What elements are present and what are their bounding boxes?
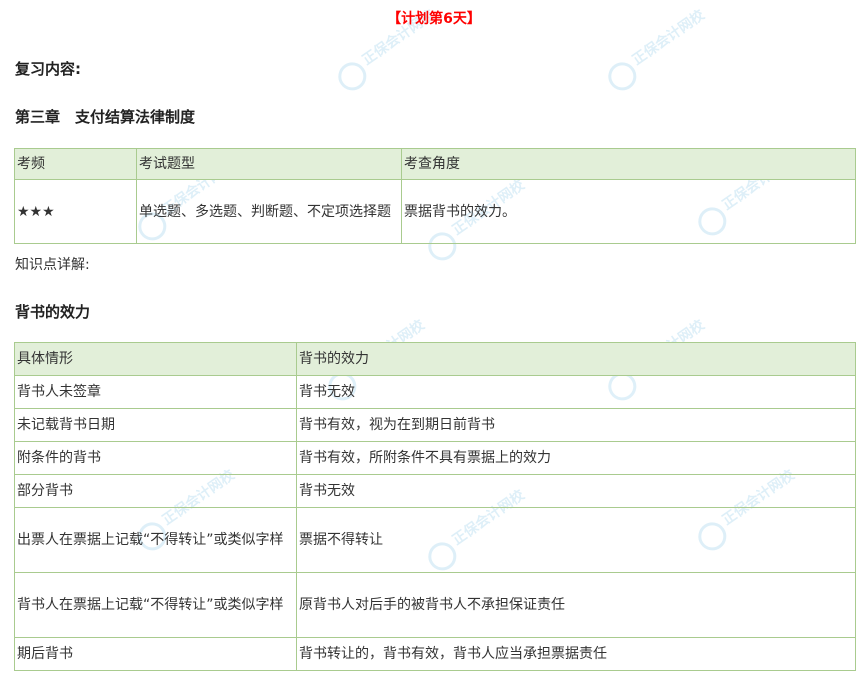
plan-title: 【计划第6天】 <box>387 11 481 27</box>
situation-cell: 出票人在票据上记载“不得转让”或类似字样 <box>14 507 297 573</box>
knowledge-label: 知识点详解: <box>15 257 90 273</box>
situation-cell: 背书人在票据上记载“不得转让”或类似字样 <box>14 572 297 638</box>
effect-cell: 背书无效 <box>296 474 856 508</box>
table-header-row: 具体情形 背书的效力 <box>14 342 856 376</box>
review-label: 复习内容: <box>15 60 81 78</box>
situation-cell: 背书人未签章 <box>14 375 297 409</box>
zhengbao-logo-icon <box>332 56 372 96</box>
frequency-stars: ★★★ <box>14 179 137 244</box>
section-title: 背书的效力 <box>15 303 91 321</box>
zhengbao-logo-icon <box>602 56 642 96</box>
endorsement-effect-table: 具体情形 背书的效力 背书人未签章 背书无效 未记载背书日期 背书有效，视为在到… <box>14 342 856 671</box>
table-row: 出票人在票据上记载“不得转让”或类似字样 票据不得转让 <box>14 507 856 573</box>
situation-cell: 部分背书 <box>14 474 297 508</box>
header-cell: 考查角度 <box>401 148 856 180</box>
question-types: 单选题、多选题、判断题、不定项选择题 <box>136 179 402 244</box>
table-header-row: 考频 考试题型 考查角度 <box>14 148 856 180</box>
situation-cell: 附条件的背书 <box>14 441 297 475</box>
table-row: 背书人未签章 背书无效 <box>14 375 856 409</box>
document-page: 正保会计网校 正保会计网校 正保会计网校 正保会计网校 正保会计网校 正保会计网… <box>0 0 868 674</box>
exam-angle: 票据背书的效力。 <box>401 179 856 244</box>
effect-cell: 票据不得转让 <box>296 507 856 573</box>
chapter-title: 第三章 支付结算法律制度 <box>15 108 196 126</box>
effect-cell: 背书无效 <box>296 375 856 409</box>
header-cell: 背书的效力 <box>296 342 856 376</box>
effect-cell: 背书有效，所附条件不具有票据上的效力 <box>296 441 856 475</box>
situation-cell: 未记载背书日期 <box>14 408 297 442</box>
effect-cell: 背书转让的，背书有效，背书人应当承担票据责任 <box>296 637 856 671</box>
header-cell: 考试题型 <box>136 148 402 180</box>
table-row: 部分背书 背书无效 <box>14 474 856 508</box>
effect-cell: 背书有效，视为在到期日前背书 <box>296 408 856 442</box>
table-row: ★★★ 单选题、多选题、判断题、不定项选择题 票据背书的效力。 <box>14 179 856 244</box>
table-row: 期后背书 背书转让的，背书有效，背书人应当承担票据责任 <box>14 637 856 671</box>
header-cell: 具体情形 <box>14 342 297 376</box>
effect-cell: 原背书人对后手的被背书人不承担保证责任 <box>296 572 856 638</box>
table-row: 未记载背书日期 背书有效，视为在到期日前背书 <box>14 408 856 442</box>
exam-info-table: 考频 考试题型 考查角度 ★★★ 单选题、多选题、判断题、不定项选择题 票据背书… <box>14 148 856 244</box>
table-row: 附条件的背书 背书有效，所附条件不具有票据上的效力 <box>14 441 856 475</box>
header-cell: 考频 <box>14 148 137 180</box>
situation-cell: 期后背书 <box>14 637 297 671</box>
table-row: 背书人在票据上记载“不得转让”或类似字样 原背书人对后手的被背书人不承担保证责任 <box>14 572 856 638</box>
